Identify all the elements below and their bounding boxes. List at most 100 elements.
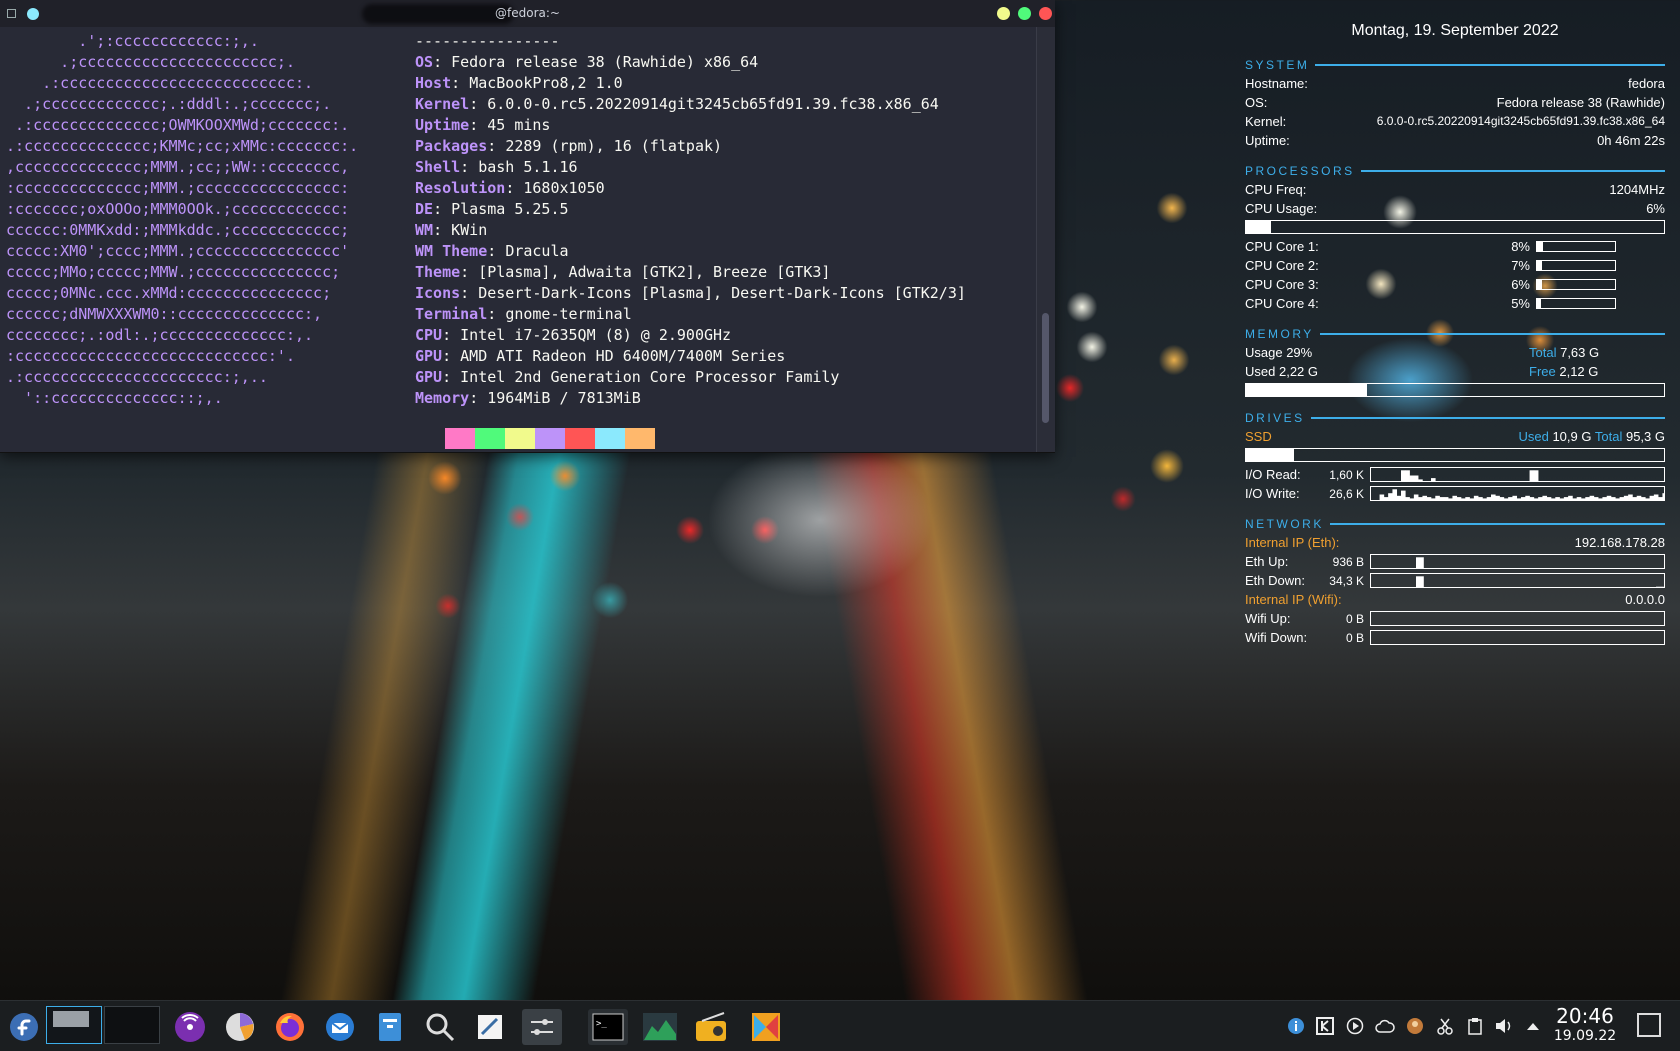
clock-date: 19.09.22 (1553, 1028, 1617, 1044)
wifi-down-graph (1370, 630, 1665, 645)
palette-swatch (595, 428, 625, 449)
terminal-window[interactable]: @fedora:~ .';:cccccccccccc:;,. .;ccccccc… (0, 0, 1055, 453)
wifi-down-row: Wifi Down: 0 B (1245, 628, 1665, 647)
logo-line: cccccccc;.:odl:.;cccccccccccccc:,. (6, 326, 314, 344)
show-desktop-button[interactable] (1637, 1013, 1661, 1037)
cpu-core-row: CPU Core 4: 5% (1245, 294, 1665, 313)
taskbar: >_ 20:46 19.09.22 (0, 1000, 1680, 1051)
system-monitor-icon[interactable] (642, 1009, 678, 1045)
minimize-button[interactable] (997, 7, 1010, 20)
graph-bar (1538, 497, 1543, 500)
cpu-core-row: CPU Core 3: 6% (1245, 275, 1665, 294)
io-write-row: I/O Write: 26,6 K (1245, 484, 1665, 503)
virtual-desktop-pager[interactable] (46, 1006, 162, 1046)
info-line: Terminal: gnome-terminal (415, 305, 632, 323)
graph-bar (1581, 498, 1586, 500)
info-value: Fedora release 38 (Rawhide) x86_64 (451, 53, 759, 71)
kdenlive-icon[interactable] (748, 1009, 784, 1045)
info-value: bash 5.1.16 (478, 158, 578, 176)
media-play-icon[interactable] (1345, 1016, 1365, 1036)
info-value: Desert-Dark-Icons [Plasma], Desert-Dark-… (478, 284, 966, 302)
info-value: gnome-terminal (505, 305, 632, 323)
cpu-core-bar (1536, 298, 1616, 309)
disk-usage-icon[interactable] (222, 1009, 258, 1045)
eth-down-row: Eth Down: 34,3 K (1245, 571, 1665, 590)
text-editor-icon[interactable] (472, 1009, 508, 1045)
info-value: 2289 (rpm), 16 (flatpak) (505, 137, 723, 155)
terminal-scrollbar[interactable] (1036, 27, 1055, 452)
info-key: CPU (415, 326, 443, 344)
graph-bar (1405, 470, 1410, 481)
clipboard-icon[interactable] (1465, 1016, 1485, 1036)
palette-swatch (415, 428, 445, 449)
graph-bar (1431, 498, 1436, 500)
graph-bar (1413, 494, 1419, 500)
avatar-icon[interactable] (1405, 1016, 1425, 1036)
info-icon[interactable] (1286, 1016, 1306, 1036)
section-memory: MEMORY (1245, 327, 1665, 341)
graph-bar (1525, 495, 1530, 500)
podcast-icon[interactable] (172, 1009, 208, 1045)
graph-bar (1636, 495, 1642, 500)
terminal-output[interactable]: .';:cccccccccccc:;,. .;ccccccccccccccccc… (0, 27, 1037, 452)
cpu-core-label: CPU Core 2: (1245, 258, 1319, 273)
graph-bar (1623, 495, 1629, 500)
search-icon[interactable] (422, 1009, 458, 1045)
cloud-icon[interactable] (1375, 1016, 1395, 1036)
info-line: CPU: Intel i7-2635QM (8) @ 2.900GHz (415, 326, 732, 344)
terminal-icon[interactable]: >_ (588, 1009, 628, 1045)
maximize-button[interactable] (1018, 7, 1031, 20)
graph-bar (1542, 495, 1548, 500)
palette-swatch (505, 428, 535, 449)
graph-bar (1392, 489, 1398, 500)
logo-line: cccccc:0MMKxdd:;MMMkddc.;cccccccccccc; (6, 221, 350, 239)
info-key: Terminal (415, 305, 488, 323)
thunderbird-icon[interactable] (322, 1009, 358, 1045)
separator: ---------------- (415, 32, 560, 50)
conky-date: Montag, 19. September 2022 (1351, 22, 1559, 39)
info-line: GPU: Intel 2nd Generation Core Processor… (415, 368, 840, 386)
info-line: WM Theme: Dracula (415, 242, 569, 260)
graph-bar (1516, 498, 1522, 500)
tray-expand-icon[interactable] (1523, 1016, 1543, 1036)
close-button[interactable] (1039, 7, 1052, 20)
firefox-icon[interactable] (272, 1009, 308, 1045)
graph-bar (1508, 497, 1513, 500)
info-line: Packages: 2289 (rpm), 16 (flatpak) (415, 137, 723, 155)
mixer-icon[interactable] (522, 1009, 562, 1045)
kde-connect-icon[interactable] (1315, 1016, 1335, 1036)
logo-line: ,cccccccccccccc;MMM.;cc;;WW::cccccccc, (6, 158, 350, 176)
memory-used-row: Used 2,22 G Free 2,12 G (1245, 364, 1599, 379)
logo-line: ccccc:XM0';cccc;MMM.;cccccccccccccccc' (6, 242, 350, 260)
info-key: GPU (415, 368, 443, 386)
info-line: GPU: AMD ATI Radeon HD 6400M/7400M Serie… (415, 347, 786, 365)
graph-bar (1568, 495, 1573, 500)
cpu-core-value: 6% (1511, 277, 1530, 292)
graph-bar (1426, 497, 1432, 500)
desktop-2[interactable] (104, 1006, 160, 1044)
volume-icon[interactable] (1494, 1016, 1514, 1036)
graph-bar (1491, 494, 1496, 500)
scissors-icon[interactable] (1435, 1016, 1455, 1036)
graph-bar (1606, 495, 1612, 500)
desktop-1[interactable] (46, 1006, 102, 1044)
scrollbar-thumb[interactable] (1042, 313, 1049, 423)
io-read-graph (1370, 467, 1665, 482)
graph-bar (1585, 497, 1590, 500)
terminal-titlebar[interactable]: @fedora:~ (0, 0, 1055, 27)
graph-bar (1653, 494, 1659, 500)
graph-bar (1469, 498, 1475, 500)
fedora-logo-icon[interactable] (6, 1009, 42, 1045)
info-key: Host (415, 74, 452, 92)
file-manager-icon[interactable] (372, 1009, 408, 1045)
graph-bar (1388, 493, 1393, 500)
info-key: WM Theme (415, 242, 488, 260)
radio-icon[interactable] (694, 1009, 730, 1045)
digital-clock[interactable]: 20:46 19.09.22 (1545, 1005, 1625, 1045)
graph-bar (1486, 497, 1492, 500)
palette-swatch (475, 428, 505, 449)
wifi-ip-row: Internal IP (Wifi): 0.0.0.0 (1245, 592, 1665, 607)
cpu-core-row: CPU Core 1: 8% (1245, 237, 1665, 256)
graph-bar (1576, 497, 1582, 500)
graph-bar (1533, 498, 1539, 500)
